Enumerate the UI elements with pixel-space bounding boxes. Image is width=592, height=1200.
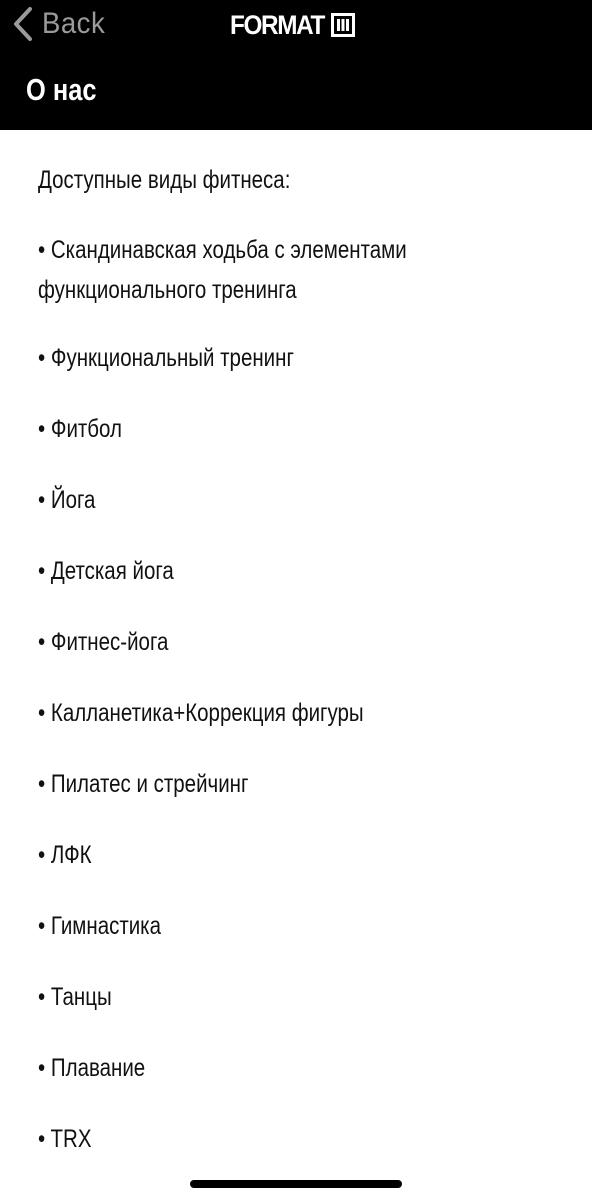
list-item-text: • ЛФК bbox=[38, 841, 92, 869]
list-item-text: • Фитбол bbox=[38, 415, 122, 443]
home-indicator[interactable] bbox=[190, 1180, 402, 1188]
list-item-text: • Танцы bbox=[38, 983, 112, 1011]
list-item-text: • Калланетика+Коррекция фигуры bbox=[38, 699, 364, 727]
about-screen: Back FORMAT О нас Доступные виды фитнеса… bbox=[0, 0, 592, 1200]
list-item-text: • Йога bbox=[38, 486, 96, 514]
list-item: • Йога bbox=[38, 480, 558, 520]
list-item: • TRX bbox=[38, 1119, 558, 1159]
header-bar: Back FORMAT О нас bbox=[0, 0, 592, 130]
list-item: • Фитнес-йога bbox=[38, 622, 558, 662]
list-item-text-continued: функционального тренинга bbox=[38, 276, 297, 304]
list-item-text: • Фитнес-йога bbox=[38, 628, 169, 656]
list-item: • Пилатес и стрейчинг bbox=[38, 764, 558, 804]
list-item-text: • Пилатес и стрейчинг bbox=[38, 770, 249, 798]
list-item: • ЛФК bbox=[38, 835, 558, 875]
list-item-text: • Плавание bbox=[38, 1054, 146, 1082]
back-label: Back bbox=[42, 7, 106, 40]
list-item-text: • Функциональный тренинг bbox=[38, 344, 294, 372]
list-item-text: • Детская йога bbox=[38, 557, 174, 585]
chevron-left-icon bbox=[14, 7, 32, 41]
list-item: • Калланетика+Коррекция фигуры bbox=[38, 693, 558, 733]
format-logo-mark-icon bbox=[331, 13, 356, 37]
fitness-types-content: Доступные виды фитнеса: • Скандинавская … bbox=[38, 160, 558, 1190]
format-logo: FORMAT bbox=[230, 10, 356, 40]
list-item: • Скандинавская ходьба с элементами функ… bbox=[38, 230, 558, 310]
intro-text: Доступные виды фитнеса: bbox=[38, 166, 291, 194]
list-item-text: • TRX bbox=[38, 1125, 92, 1153]
list-item: • Танцы bbox=[38, 977, 558, 1017]
list-item: • Фитбол bbox=[38, 409, 558, 449]
list-item: • Детская йога bbox=[38, 551, 558, 591]
list-item: • Функциональный тренинг bbox=[38, 338, 558, 378]
list-item-text: • Гимнастика bbox=[38, 912, 161, 940]
list-item: • Плавание bbox=[38, 1048, 558, 1088]
back-button[interactable]: Back bbox=[12, 4, 111, 44]
page-title: О нас bbox=[26, 72, 97, 107]
logo-text: FORMAT bbox=[230, 10, 325, 40]
list-item-text: • Скандинавская ходьба с элементами bbox=[38, 236, 407, 264]
list-item: • Гимнастика bbox=[38, 906, 558, 946]
